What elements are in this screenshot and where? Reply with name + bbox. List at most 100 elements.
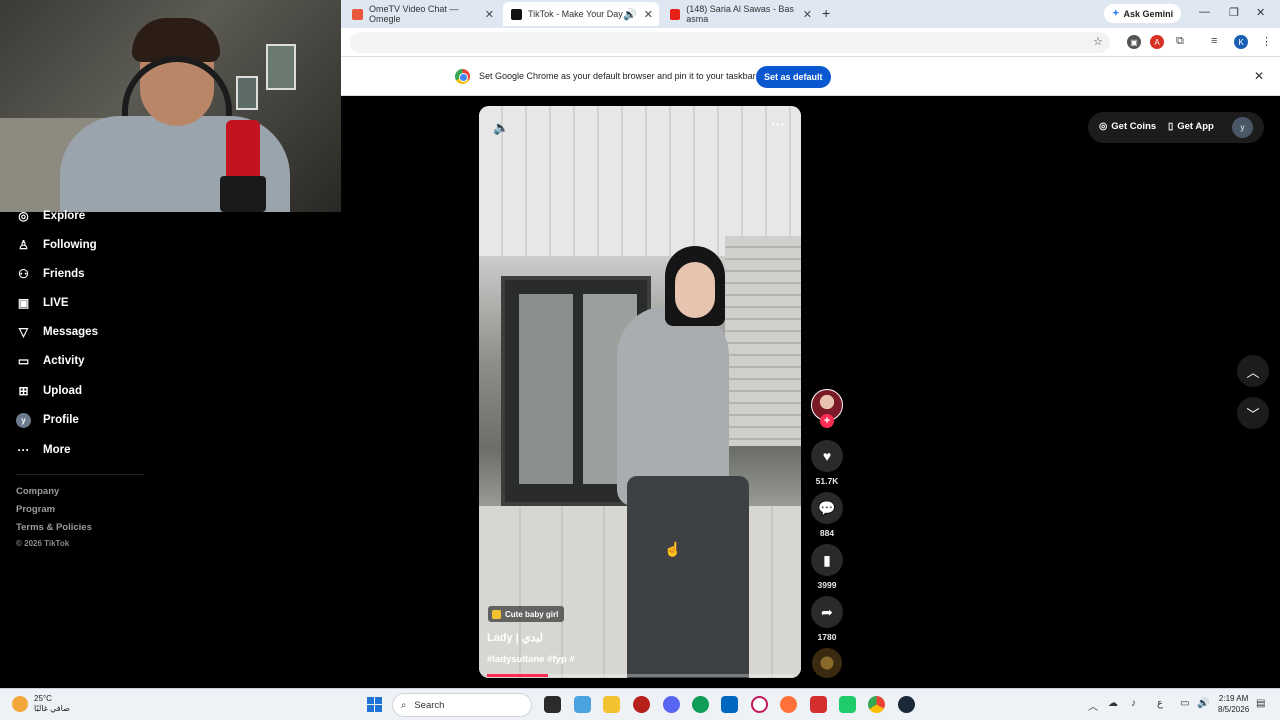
close-icon[interactable]: ✕ <box>803 8 812 21</box>
minimize-button[interactable]: — <box>1199 6 1210 18</box>
close-window-button[interactable]: ✕ <box>1256 6 1265 19</box>
extension-icon[interactable]: ▣ <box>1127 35 1141 49</box>
adblock-icon[interactable]: A <box>1150 35 1164 49</box>
webcam-headset <box>122 56 232 116</box>
webcam-poster <box>266 44 296 90</box>
widgets-icon[interactable] <box>574 696 591 713</box>
speaker-icon[interactable]: 🔊 <box>623 8 637 21</box>
previous-video-button[interactable]: ︿ <box>1237 355 1269 387</box>
new-tab-button[interactable]: + <box>822 5 830 21</box>
cloud-icon[interactable]: ☁ <box>1108 698 1118 709</box>
steam-icon[interactable] <box>898 696 915 713</box>
close-icon[interactable]: ✕ <box>485 8 494 21</box>
discord-icon[interactable] <box>663 696 680 713</box>
edge-icon[interactable] <box>692 696 709 713</box>
sidebar-item-profile[interactable]: y Profile <box>16 410 79 430</box>
video-progress-bar[interactable] <box>487 674 793 677</box>
footer-link-program[interactable]: Program <box>16 504 55 515</box>
next-video-button[interactable]: ﹀ <box>1237 397 1269 429</box>
get-coins-label: Get Coins <box>1111 121 1157 132</box>
more-options-icon[interactable]: ··· <box>771 116 785 132</box>
sidebar-item-live[interactable]: ▣ LIVE <box>16 293 69 313</box>
sidebar-item-messages[interactable]: ▽ Messages <box>16 322 98 342</box>
close-icon[interactable]: ✕ <box>644 8 653 21</box>
taskbar-search[interactable]: ⌕ Search <box>392 693 532 717</box>
app-icon[interactable] <box>633 696 650 713</box>
video-title: Lady | ليدي <box>487 632 543 644</box>
video-door-glass <box>519 294 573 484</box>
sidebar-item-activity[interactable]: ▭ Activity <box>16 351 85 371</box>
opera-icon[interactable] <box>751 696 768 713</box>
notification-icon[interactable]: ▤ <box>1256 698 1265 709</box>
profile-avatar[interactable]: K <box>1234 35 1248 49</box>
sidebar-item-following[interactable]: ♙ Following <box>16 235 97 255</box>
tag-label: Cute baby girl <box>505 609 559 619</box>
chevron-up-icon[interactable]: ︿ <box>1088 698 1098 713</box>
puzzle-extensions-icon[interactable]: ⧉ <box>1176 35 1184 48</box>
kebab-menu-icon[interactable]: ⋮ <box>1261 35 1272 48</box>
network-icon[interactable]: ▭ <box>1180 698 1189 709</box>
firefox-icon[interactable] <box>780 696 797 713</box>
search-label: Search <box>414 699 445 711</box>
phone-icon: ▯ <box>1168 121 1174 132</box>
save-button[interactable]: ▮ <box>811 544 843 576</box>
task-view-icon[interactable] <box>544 696 561 713</box>
footer-link-terms[interactable]: Terms & Policies <box>16 522 92 533</box>
sidebar-item-label: Friends <box>43 268 85 280</box>
file-explorer-icon[interactable] <box>603 696 620 713</box>
media-controls-icon[interactable]: ≡ <box>1211 35 1217 47</box>
sidebar-item-more[interactable]: ··· More <box>16 440 71 460</box>
webcam-poster <box>236 76 258 110</box>
clock-date: 8/5/2026 <box>1218 705 1250 714</box>
game-icon[interactable] <box>839 696 856 713</box>
microphone-icon[interactable]: ♪ <box>1131 698 1136 709</box>
sidebar-item-label: Upload <box>43 385 82 397</box>
follow-plus-icon[interactable]: + <box>820 414 834 428</box>
sidebar-item-label: LIVE <box>43 297 69 309</box>
youtube-favicon-icon <box>670 8 681 20</box>
restore-button[interactable]: ❐ <box>1229 6 1239 19</box>
chevron-down-icon: ﹀ <box>1246 406 1260 422</box>
video-ceiling <box>479 106 801 256</box>
share-button[interactable]: ➦ <box>811 596 843 628</box>
weather-widget[interactable]: 25°C صافي غالبًا <box>34 694 70 714</box>
bookmark-star-icon[interactable]: ☆ <box>1093 35 1103 48</box>
save-count: 3999 <box>817 580 837 590</box>
avatar[interactable]: y <box>1232 117 1253 138</box>
sidebar-item-friends[interactable]: ⚇ Friends <box>16 264 85 284</box>
sidebar-item-upload[interactable]: ⊞ Upload <box>16 381 82 401</box>
gemini-label: Ask Gemini <box>1123 8 1174 19</box>
sidebar-item-label: Following <box>43 239 97 251</box>
anydesk-icon[interactable] <box>810 696 827 713</box>
music-disc-icon[interactable] <box>812 648 842 678</box>
sidebar-item-explore[interactable]: ◎ Explore <box>16 206 85 226</box>
weather-icon[interactable] <box>12 696 28 712</box>
get-coins-button[interactable]: ◎ Get Coins <box>1099 121 1156 132</box>
store-icon[interactable] <box>721 696 738 713</box>
tab-tiktok[interactable]: TikTok - Make Your Day 🔊 ✕ <box>503 2 659 26</box>
tab-youtube[interactable]: (148) Saria Al Sawas - Bas asma ✕ <box>662 2 818 26</box>
ask-gemini-button[interactable]: ✦ Ask Gemini <box>1104 4 1182 23</box>
volume-icon[interactable]: 🔊 <box>1197 698 1209 709</box>
comment-button[interactable]: 💬 <box>811 492 843 524</box>
get-app-button[interactable]: ▯ Get App <box>1168 121 1214 132</box>
mute-icon[interactable]: 🔈 <box>493 120 509 136</box>
clock-time: 2:19 AM <box>1218 694 1249 703</box>
video-person-face <box>675 262 715 318</box>
close-icon[interactable]: ✕ <box>1254 69 1264 83</box>
tiktok-favicon-icon <box>511 8 522 20</box>
set-default-button[interactable]: Set as default <box>756 66 831 88</box>
video-hashtags[interactable]: #ladysultane #fyp # <box>487 654 575 665</box>
url-field[interactable] <box>350 32 1110 53</box>
chrome-logo-icon <box>455 69 470 84</box>
system-clock[interactable]: 2:19 AM 8/5/2026 <box>1218 693 1249 715</box>
tab-ometv[interactable]: OmeTV Video Chat — Omegle ✕ <box>344 2 500 26</box>
like-button[interactable]: ♥ <box>811 440 843 472</box>
video-tag-badge[interactable]: Cute baby girl <box>488 606 565 622</box>
chrome-icon[interactable] <box>868 696 885 713</box>
footer-link-company[interactable]: Company <box>16 486 59 497</box>
top-right-actions: ◎ Get Coins ▯ Get App y <box>1088 112 1264 143</box>
video-player[interactable]: 🔈 ··· Cute baby girl Lady | ليدي #ladysu… <box>479 106 801 678</box>
language-indicator[interactable]: ع <box>1157 698 1163 709</box>
start-button[interactable] <box>367 697 382 712</box>
